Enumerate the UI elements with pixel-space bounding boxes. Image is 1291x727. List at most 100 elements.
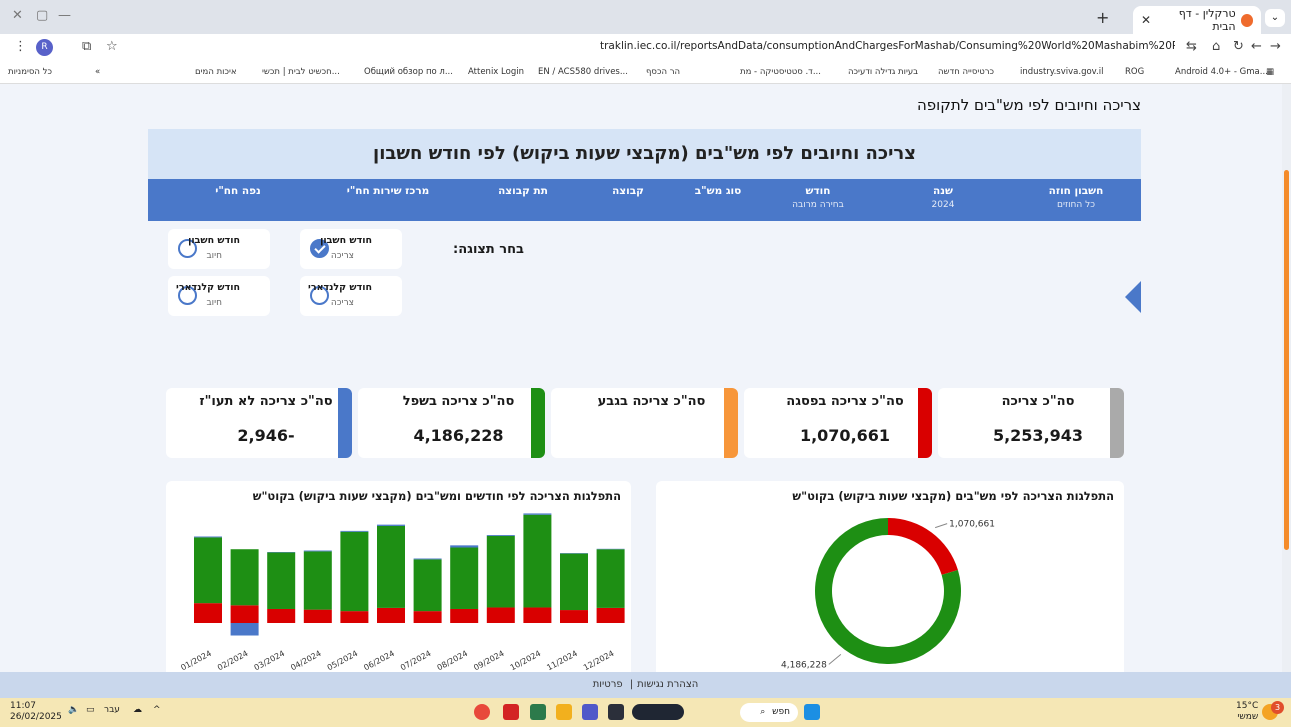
tab-search-icon[interactable]: ⌄ [1265,9,1285,27]
notification-badge[interactable]: 3 [1271,701,1284,714]
bar-segment[interactable] [523,513,552,515]
bookmark-item[interactable]: חכשיט לבית | תכשי... [262,67,340,77]
filter-mashab-type[interactable]: סוג מש"ב [683,185,753,197]
filter-district[interactable]: נפה חח"י [198,185,278,197]
close-tab-icon[interactable]: ✕ [1141,13,1151,27]
taskbar-search[interactable]: חפש ⌕ [740,703,798,722]
network-icon[interactable]: ▭ [86,705,95,715]
bar-segment[interactable] [230,605,259,623]
forward-icon[interactable]: ← [1251,39,1262,54]
bookmark-all[interactable]: כל הסימניות [8,67,52,77]
bar-segment[interactable] [230,549,259,606]
minimize-window-icon[interactable]: — [58,8,71,23]
bookmark-item[interactable]: כרטיסייה חדשה [938,67,994,77]
bookmark-item[interactable]: Android 4.0+ - Gma... [1175,67,1268,77]
view-option-calendar-consumption[interactable]: חודש קלנדארי צריכה [300,276,402,316]
bookmark-item[interactable]: בעיות גדילה ודעיכה [848,67,918,77]
bar-segment[interactable] [303,550,332,552]
back-icon[interactable]: → [1270,39,1281,54]
bookmark-item[interactable]: Attenix Login [468,67,524,77]
bar-segment[interactable] [340,611,369,623]
bar-segment[interactable] [340,530,369,532]
new-tab-icon[interactable]: + [1096,8,1109,27]
bar-segment[interactable] [230,623,259,636]
acrobat-app-icon[interactable] [503,704,519,720]
apps-grid-icon[interactable]: ▦ [1266,67,1274,77]
page-scrollbar-thumb[interactable] [1284,170,1289,550]
accessibility-link[interactable]: הצהרת נגישות [637,679,698,690]
file-explorer-app-icon[interactable] [556,704,572,720]
profile-avatar[interactable]: R [36,39,53,56]
bar-segment[interactable] [486,535,515,536]
donut-slice[interactable] [888,518,958,575]
bookmark-item[interactable]: ד. סטטיסטיקה - מת... [740,67,821,77]
bar-segment[interactable] [596,607,625,623]
filter-contract[interactable]: חשבון חוזה כל החוזים [1026,185,1126,210]
language-indicator[interactable]: עבר [104,705,120,715]
site-settings-icon[interactable]: ⇆ [1186,39,1197,54]
filter-group[interactable]: קבוצה [593,185,663,197]
browser-tab[interactable]: טרקלין - דף הבית ✕ [1133,6,1261,34]
bookmark-item[interactable]: industry.sviva.gov.il [1020,67,1103,77]
bookmark-item[interactable]: ROG [1125,67,1144,77]
bar-segment[interactable] [303,551,332,610]
extensions-icon[interactable]: ⧉ [82,39,91,54]
widget-app-icon[interactable] [632,704,684,720]
bar-segment[interactable] [450,608,479,623]
filter-subgroup[interactable]: תת קבוצה [483,185,563,197]
bar-segment[interactable] [450,545,479,548]
bar-segment[interactable] [523,514,552,608]
filter-year[interactable]: שנה 2024 [913,185,973,210]
bookmark-item[interactable]: EN / ACS580 drives... [538,67,628,77]
excel-outlook-app-icon[interactable] [530,704,546,720]
bar-segment[interactable] [194,536,222,538]
bar-segment[interactable] [303,609,332,623]
menu-icon[interactable]: ⋮ [14,39,27,54]
filter-value: בחירה מרובה [792,200,844,210]
windows-start-icon[interactable] [804,704,820,720]
bookmark-item[interactable]: Общий обзор по л... [364,67,453,77]
bar-segment[interactable] [267,552,296,609]
bookmark-item[interactable]: איכות המים [195,67,237,77]
view-option-calendar-charge[interactable]: חודש קלנדארי חיוב [168,276,270,316]
bar-segment[interactable] [194,537,222,604]
home-icon[interactable]: ⌂ [1212,39,1220,54]
view-option-account-consumption[interactable]: חודש חשבון צריכה [300,229,402,269]
bar-segment[interactable] [486,607,515,623]
bar-segment[interactable] [377,607,405,623]
bar-segment[interactable] [560,553,588,611]
store-app-icon[interactable] [608,704,624,720]
bar-segment[interactable] [523,607,552,623]
bar-segment[interactable] [413,558,442,560]
bar-segment[interactable] [194,603,222,623]
tray-expand-icon[interactable]: ^ [153,705,161,715]
bookmark-star-icon[interactable]: ☆ [106,39,118,54]
close-window-icon[interactable]: ✕ [12,8,23,23]
restore-window-icon[interactable]: ▢ [36,8,48,23]
privacy-link[interactable]: פרטיות [593,679,623,690]
bar-segment[interactable] [560,610,588,623]
filter-service-center[interactable]: מרכז שירות חח"י [328,185,448,197]
onedrive-icon[interactable]: ☁ [133,705,142,715]
bar-segment[interactable] [486,535,515,608]
url-field[interactable]: traklin.iec.co.il/reportsAndData/consump… [600,40,1175,52]
bar-segment[interactable] [413,611,442,623]
bar-segment[interactable] [450,547,479,609]
weather-widget[interactable]: 15°C שמשי [1236,701,1258,723]
reload-icon[interactable]: ↻ [1233,39,1244,54]
bar-segment[interactable] [377,524,405,526]
bar-segment[interactable] [267,608,296,623]
bar-segment[interactable] [413,559,442,612]
bar-segment[interactable] [596,549,625,608]
bookmark-item[interactable]: הר הכסף [646,67,680,77]
view-option-account-charge[interactable]: חודש חשבון חיוב [168,229,270,269]
filter-month[interactable]: חודש בחירה מרובה [768,185,868,210]
teams-app-icon[interactable] [582,704,598,720]
chrome-app-icon[interactable] [474,704,490,720]
bar-segment[interactable] [340,531,369,612]
bookmarks-overflow-icon[interactable]: « [95,67,100,77]
collapse-panel-icon[interactable] [1125,281,1141,313]
bar-segment[interactable] [377,525,405,608]
clock[interactable]: 11:07 26/02/2025 [10,701,62,723]
volume-icon[interactable]: 🔈 [68,705,79,715]
